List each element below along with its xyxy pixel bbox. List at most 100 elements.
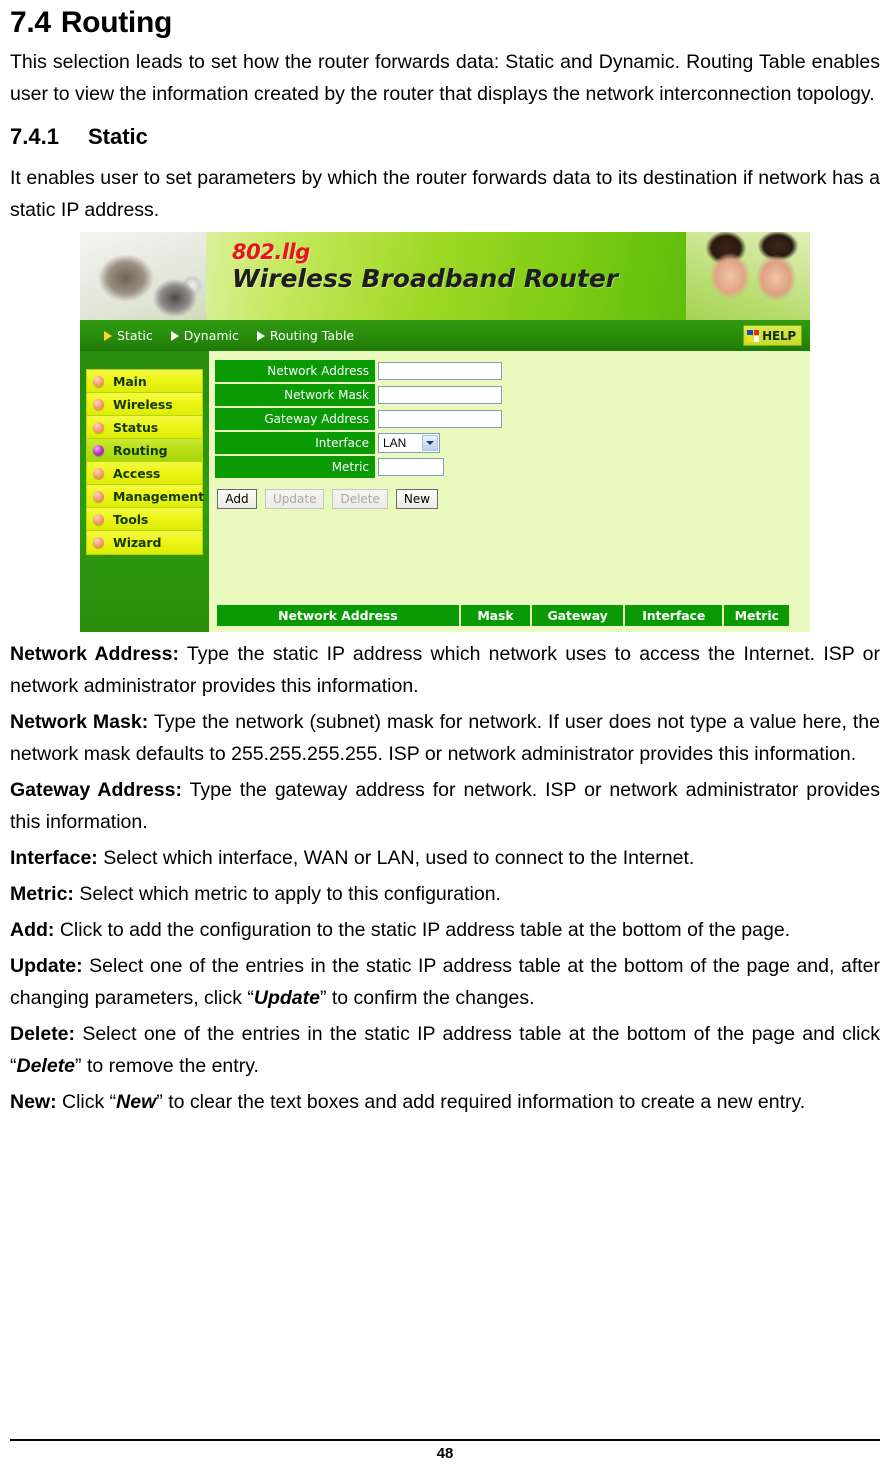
subsection-title: 7.4.1 Static <box>10 110 880 158</box>
bullet-icon <box>93 375 104 387</box>
subsection-label: Static <box>88 124 148 149</box>
sidebar-item-management[interactable]: Management <box>87 485 204 508</box>
definition-text: Select which interface, WAN or LAN, used… <box>97 847 695 869</box>
definition-text: Select which metric to apply to this con… <box>73 883 501 905</box>
sidebar-item-tools[interactable]: Tools <box>87 508 202 531</box>
sidebar-item-label: Wizard <box>113 535 162 550</box>
definition-new: New: Click “New” to clear the text boxes… <box>10 1082 880 1118</box>
definition-term: Update: <box>10 955 83 977</box>
interface-select-value: LAN <box>383 436 407 450</box>
definition-text-after: ” to remove the entry. <box>75 1055 259 1077</box>
network-address-field-cell <box>375 360 801 382</box>
definition-term: Metric: <box>10 883 74 905</box>
help-squares-icon <box>747 329 760 342</box>
tab-dynamic[interactable]: Dynamic <box>170 328 239 343</box>
definition-text-after: ” to confirm the changes. <box>319 987 535 1009</box>
static-routes-table: Network Address Mask Gateway Interface M… <box>215 605 791 626</box>
definition-gateway-address: Gateway Address: Type the gateway addres… <box>10 770 880 838</box>
sidebar-item-routing[interactable]: Routing <box>87 439 202 462</box>
interface-select[interactable]: LAN <box>378 433 440 453</box>
metric-label: Metric <box>331 460 369 474</box>
ui-body: Main Wireless Status Routing Access Mana… <box>80 351 810 632</box>
gateway-address-label: Gateway Address <box>264 412 369 426</box>
definition-add: Add: Click to add the configuration to t… <box>10 910 880 946</box>
network-address-label-cell: Network Address <box>215 360 375 382</box>
chevron-down-icon <box>422 435 438 451</box>
network-mask-label-cell: Network Mask <box>215 384 375 406</box>
tab-routing-table-label: Routing Table <box>269 328 355 343</box>
footer-divider <box>10 1439 880 1441</box>
network-mask-field-cell <box>375 384 801 406</box>
gateway-address-label-cell: Gateway Address <box>215 408 375 430</box>
bullet-icon <box>93 490 104 502</box>
form-row-metric: Metric <box>215 456 801 478</box>
interface-label-cell: Interface <box>215 432 375 454</box>
tab-static[interactable]: Static <box>104 328 153 343</box>
section-number: 7.4 <box>10 6 51 39</box>
new-button[interactable]: New <box>395 489 439 509</box>
sidebar-item-access[interactable]: Access <box>87 462 202 485</box>
bullet-icon <box>93 398 104 410</box>
sidebar-item-wizard[interactable]: Wizard <box>87 531 202 554</box>
column-header-interface: Interface <box>624 605 723 626</box>
definition-term: Network Address: <box>10 643 179 665</box>
definition-network-mask: Network Mask: Type the network (subnet) … <box>10 702 880 770</box>
router-ui-screenshot-figure: 802.llg Wireless Broadband Router Static… <box>10 226 880 634</box>
metric-field-cell <box>375 456 801 478</box>
column-header-gateway: Gateway <box>532 605 623 626</box>
brand-product-label: Wireless Broadband Router <box>232 264 619 293</box>
bullet-icon <box>93 537 104 548</box>
definition-update: Update: Select one of the entries in the… <box>10 946 880 1014</box>
bullet-icon <box>93 421 104 433</box>
sidebar-item-label: Status <box>113 419 159 435</box>
definition-text: Click to add the configuration to the st… <box>54 919 791 941</box>
help-button[interactable]: HELP <box>743 325 802 346</box>
network-address-label: Network Address <box>267 364 369 378</box>
column-header-metric: Metric <box>724 605 789 626</box>
sidebar-menu: Main Wireless Status Routing Access Mana… <box>86 369 204 555</box>
gateway-address-field-cell <box>375 408 801 430</box>
page-footer: 48 <box>10 1439 880 1462</box>
definition-term: Delete: <box>10 1023 76 1045</box>
help-button-label: HELP <box>762 328 796 343</box>
definition-text-after: ” to clear the text boxes and add requir… <box>156 1091 806 1113</box>
bullet-icon <box>93 444 104 456</box>
sidebar-item-label: Main <box>113 373 147 389</box>
column-header-network-address: Network Address <box>217 605 459 626</box>
network-address-input[interactable] <box>378 362 502 380</box>
subsection-number: 7.4.1 <box>10 124 59 149</box>
tab-routing-table[interactable]: Routing Table <box>256 328 355 343</box>
triangle-icon <box>170 330 179 341</box>
tab-static-label: Static <box>117 328 153 343</box>
brand-standard-label: 802.llg <box>232 240 310 264</box>
sidebar-item-main[interactable]: Main <box>87 370 202 393</box>
network-mask-input[interactable] <box>378 386 502 404</box>
sidebar-item-status[interactable]: Status <box>87 416 202 439</box>
triangle-icon <box>256 330 265 341</box>
update-button[interactable]: Update <box>265 489 325 509</box>
definition-network-address: Network Address: Type the static IP addr… <box>10 634 880 702</box>
definition-emphasis: New <box>116 1091 157 1113</box>
subsection-intro-paragraph: It enables user to set parameters by whi… <box>10 167 880 221</box>
metric-input[interactable] <box>378 458 444 476</box>
ui-nav-bar: Static Dynamic Routing Table HELP <box>80 320 810 351</box>
triangle-icon <box>104 330 112 341</box>
page-number: 48 <box>436 1445 454 1462</box>
form-row-interface: Interface LAN <box>215 432 801 454</box>
banner-branding: 802.llg Wireless Broadband Router <box>232 240 618 294</box>
sidebar-item-label: Routing <box>113 442 168 458</box>
column-header-mask: Mask <box>460 605 531 626</box>
gateway-address-input[interactable] <box>378 410 502 428</box>
sidebar-item-wireless[interactable]: Wireless <box>87 393 202 416</box>
delete-button[interactable]: Delete <box>332 489 388 509</box>
section-title: Routing <box>60 6 173 39</box>
definition-term: Network Mask: <box>10 711 149 733</box>
ui-sidebar: Main Wireless Status Routing Access Mana… <box>80 351 209 632</box>
definition-term: Gateway Address: <box>10 779 182 801</box>
definition-term: Add: <box>10 919 55 941</box>
add-button[interactable]: Add <box>217 489 257 509</box>
form-row-network-address: Network Address <box>215 360 801 382</box>
definition-metric: Metric: Select which metric to apply to … <box>10 874 880 910</box>
sidebar-item-label: Tools <box>113 511 149 527</box>
definition-emphasis: Delete <box>16 1055 76 1077</box>
